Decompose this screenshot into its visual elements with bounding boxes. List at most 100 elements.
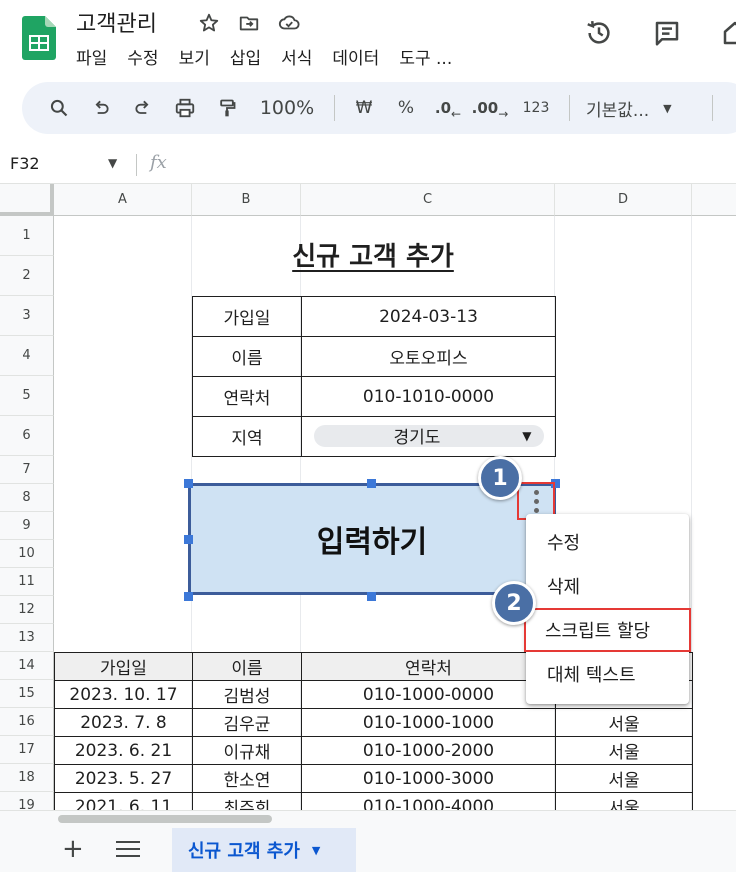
column-header-d[interactable]: D: [555, 184, 692, 216]
row-header[interactable]: 2: [0, 256, 54, 296]
row-header[interactable]: 10: [0, 540, 54, 568]
menu-item-edit[interactable]: 수정: [526, 520, 689, 564]
table-cell[interactable]: 서울: [555, 708, 693, 737]
column-header[interactable]: 가입일: [54, 652, 193, 681]
row-header[interactable]: 12: [0, 596, 54, 624]
all-sheets-menu-icon[interactable]: [116, 836, 140, 862]
table-cell[interactable]: 김우균: [192, 708, 302, 737]
table-cell[interactable]: 2023. 10. 17: [54, 680, 193, 709]
column-header[interactable]: 이름: [192, 652, 302, 681]
row-header[interactable]: 3: [0, 296, 54, 336]
column-header-b[interactable]: B: [192, 184, 301, 216]
table-cell[interactable]: 010-1000-4000: [301, 792, 556, 810]
document-title[interactable]: 고객관리: [76, 6, 157, 38]
chevron-down-icon[interactable]: ▼: [108, 156, 117, 170]
zoom-select[interactable]: 100%: [248, 91, 326, 125]
menu-format[interactable]: 서식: [281, 44, 312, 69]
row-header[interactable]: 1: [0, 216, 54, 256]
font-select[interactable]: 기본값... ▼: [578, 91, 704, 125]
table-cell[interactable]: 010-1000-0000: [301, 680, 556, 709]
sheets-logo[interactable]: [22, 16, 56, 60]
undo-icon[interactable]: [80, 91, 122, 125]
menu-edit[interactable]: 수정: [127, 44, 158, 69]
row-header[interactable]: 4: [0, 336, 54, 376]
add-sheet-button[interactable]: +: [62, 836, 84, 862]
table-cell[interactable]: 2023. 6. 21: [54, 736, 193, 765]
info-label[interactable]: 가입일: [192, 296, 302, 337]
currency-format-button[interactable]: ₩: [343, 91, 385, 125]
menu-insert[interactable]: 삽입: [230, 44, 261, 69]
table-cell[interactable]: 010-1000-2000: [301, 736, 556, 765]
increase-decimal-button[interactable]: .00 →: [469, 91, 511, 125]
column-header-e[interactable]: [692, 184, 736, 216]
move-to-folder-icon[interactable]: [236, 10, 262, 36]
menu-tools[interactable]: 도구 ...: [399, 44, 452, 69]
more-formats-button[interactable]: 123: [511, 91, 561, 125]
info-value-cell[interactable]: 경기도 ▼: [301, 416, 556, 457]
scrollbar-thumb[interactable]: [58, 815, 272, 823]
row-header[interactable]: 16: [0, 708, 54, 736]
paint-format-icon[interactable]: [206, 91, 248, 125]
resize-handle[interactable]: [367, 479, 376, 488]
select-all-corner[interactable]: [0, 184, 54, 216]
home-icon[interactable]: [720, 18, 736, 48]
info-value[interactable]: 2024-03-13: [301, 296, 556, 337]
row-header[interactable]: 17: [0, 736, 54, 764]
row-header[interactable]: 9: [0, 512, 54, 540]
row-header[interactable]: 7: [0, 456, 54, 484]
sheet-tab-active[interactable]: 신규 고객 추가 ▼: [172, 828, 356, 872]
table-cell[interactable]: 김범성: [192, 680, 302, 709]
version-history-icon[interactable]: [584, 18, 614, 48]
row-header[interactable]: 8: [0, 484, 54, 512]
table-cell[interactable]: 2023. 5. 27: [54, 764, 193, 793]
chevron-down-icon[interactable]: ▼: [312, 844, 320, 857]
region-dropdown[interactable]: 경기도 ▼: [313, 424, 544, 448]
row-header[interactable]: 11: [0, 568, 54, 596]
info-value[interactable]: 오토오피스: [301, 336, 556, 377]
cloud-status-icon[interactable]: [276, 10, 302, 36]
menu-item-assign-script[interactable]: 스크립트 할당: [524, 608, 691, 652]
row-header[interactable]: 6: [0, 416, 54, 456]
menu-item-alt-text[interactable]: 대체 텍스트: [526, 652, 689, 696]
column-header-c[interactable]: C: [301, 184, 555, 216]
redo-icon[interactable]: [122, 91, 164, 125]
row-header[interactable]: 18: [0, 764, 54, 792]
table-cell[interactable]: 010-1000-1000: [301, 708, 556, 737]
menu-view[interactable]: 보기: [179, 44, 210, 69]
info-value[interactable]: 010-1010-0000: [301, 376, 556, 417]
horizontal-scrollbar[interactable]: [0, 810, 736, 826]
table-cell[interactable]: 최주희: [192, 792, 302, 810]
info-label[interactable]: 연락처: [192, 376, 302, 417]
table-cell[interactable]: 이규채: [192, 736, 302, 765]
table-cell[interactable]: 2021. 6. 11: [54, 792, 193, 810]
table-cell[interactable]: 한소연: [192, 764, 302, 793]
row-header[interactable]: 15: [0, 680, 54, 708]
decrease-decimal-button[interactable]: .0 ←: [427, 91, 469, 125]
table-cell[interactable]: 서울: [555, 736, 693, 765]
percent-format-button[interactable]: %: [385, 91, 427, 125]
row-header[interactable]: 13: [0, 624, 54, 652]
menu-item-delete[interactable]: 삭제: [526, 564, 689, 608]
column-header[interactable]: 연락처: [301, 652, 556, 681]
resize-handle[interactable]: [367, 592, 376, 601]
star-icon[interactable]: [196, 10, 222, 36]
menu-data[interactable]: 데이터: [332, 44, 379, 69]
row-header[interactable]: 5: [0, 376, 54, 416]
info-label[interactable]: 지역: [192, 416, 302, 457]
info-label[interactable]: 이름: [192, 336, 302, 377]
search-menus-icon[interactable]: [38, 91, 80, 125]
name-box[interactable]: F32: [10, 154, 40, 173]
table-cell[interactable]: 010-1000-3000: [301, 764, 556, 793]
row-header[interactable]: 19: [0, 792, 54, 810]
comments-icon[interactable]: [652, 18, 682, 48]
resize-handle[interactable]: [184, 479, 193, 488]
table-cell[interactable]: 서울: [555, 764, 693, 793]
column-header-a[interactable]: A: [54, 184, 192, 216]
print-icon[interactable]: [164, 91, 206, 125]
row-header[interactable]: 14: [0, 652, 54, 680]
resize-handle[interactable]: [184, 592, 193, 601]
table-cell[interactable]: 서울: [555, 792, 693, 810]
resize-handle[interactable]: [184, 535, 193, 544]
menu-file[interactable]: 파일: [76, 44, 107, 69]
table-cell[interactable]: 2023. 7. 8: [54, 708, 193, 737]
